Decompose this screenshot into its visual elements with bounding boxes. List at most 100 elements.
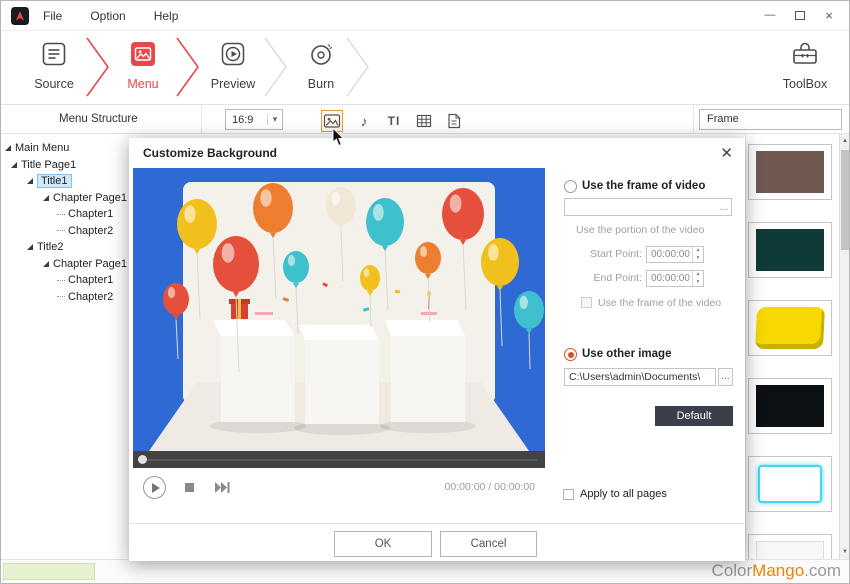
tree-item-chapter1-b[interactable]: Chapter1 [1, 272, 131, 289]
tree-item-title-page1[interactable]: Title Page1 [1, 157, 131, 174]
tree-connector [57, 280, 65, 281]
scrubber-track [147, 459, 537, 461]
scrubber-handle[interactable] [138, 455, 147, 464]
mouse-cursor-icon [332, 128, 345, 147]
scrollbar-thumb[interactable] [841, 150, 849, 250]
tree-expander-icon[interactable] [27, 178, 33, 184]
step-preview-label: Preview [193, 77, 273, 91]
file-icon [447, 113, 461, 129]
spin-down-icon[interactable]: ▾ [693, 255, 703, 263]
frame-swatch [756, 541, 824, 559]
video-preview [133, 168, 545, 451]
frames-scrollbar[interactable]: ▲ ▼ [839, 134, 850, 559]
frame-swatch [756, 151, 824, 193]
use-frame-checkbox[interactable] [581, 297, 592, 308]
frame-category-combobox[interactable]: Frame [699, 109, 842, 130]
apply-all-pages-checkbox[interactable] [563, 489, 574, 500]
template-file-tool-button[interactable] [443, 110, 465, 132]
tree-connector [57, 296, 65, 297]
frame-styles-panel [745, 134, 839, 559]
browse-image-button[interactable]: ... [718, 368, 733, 386]
tree-item-label: Chapter Page1 [53, 192, 127, 204]
window-controls: — × [764, 9, 833, 22]
tree-item-title1[interactable]: Title1 [1, 173, 131, 190]
tree-item-label: Chapter2 [68, 291, 113, 303]
video-scrubber[interactable] [133, 451, 545, 468]
minimize-icon[interactable]: — [764, 10, 775, 21]
tree-item-label: Title Page1 [21, 159, 76, 171]
tree-expander-icon[interactable] [27, 244, 33, 250]
tree-item-title2[interactable]: Title2 [1, 239, 131, 256]
scroll-up-icon[interactable]: ▲ [840, 134, 850, 148]
frame-swatch [755, 307, 825, 349]
tree-item-chapter1-a[interactable]: Chapter1 [1, 206, 131, 223]
source-icon [41, 41, 67, 67]
menu-option[interactable]: Option [76, 9, 139, 23]
tree-item-main-menu[interactable]: Main Menu [1, 140, 131, 157]
steps-toolbar: Source Menu Preview [1, 31, 849, 105]
tree-item-label: Title2 [37, 241, 64, 253]
start-point-spinner[interactable]: 00:00:00 ▴ ▾ [646, 246, 704, 263]
start-point-value: 00:00:00 [647, 247, 692, 262]
frame-of-video-radio[interactable] [564, 180, 577, 193]
progress-strip [3, 563, 95, 580]
menu-help[interactable]: Help [140, 9, 193, 23]
burn-disc-icon [308, 41, 334, 67]
customize-background-dialog: Customize Background ✕ [129, 138, 745, 561]
end-point-spinner[interactable]: 00:00:00 ▴ ▾ [646, 270, 704, 287]
spin-up-icon[interactable]: ▴ [693, 271, 703, 279]
tree-expander-icon[interactable] [11, 162, 17, 168]
frame-swatch [756, 385, 824, 427]
frame-of-video-label: Use the frame of video [582, 180, 705, 192]
menubar: File Option Help — × [1, 1, 849, 31]
text-tool-button[interactable]: TI [383, 110, 405, 132]
app-logo-icon [11, 7, 29, 25]
tree-expander-icon[interactable] [5, 145, 11, 151]
image-path-input[interactable]: C:\Users\admin\Documents\ [564, 368, 716, 386]
brand-com-text: .com [804, 561, 841, 580]
tree-expander-icon[interactable] [43, 261, 49, 267]
colormango-watermark: ColorMango.com [712, 561, 841, 581]
cancel-button[interactable]: Cancel [440, 531, 537, 557]
step-menu[interactable]: Menu [103, 41, 183, 91]
tree-item-chapter2-a[interactable]: Chapter2 [1, 223, 131, 240]
spin-up-icon[interactable]: ▴ [693, 247, 703, 255]
frame-swatch [756, 229, 824, 271]
tree-expander-icon[interactable] [43, 195, 49, 201]
menu-file[interactable]: File [29, 9, 76, 23]
default-button[interactable]: Default [655, 406, 733, 426]
app-window: File Option Help — × Source [0, 0, 850, 584]
toolbox-button[interactable]: ToolBox [763, 41, 847, 91]
browse-dots-icon[interactable]: ... [717, 201, 731, 213]
frame-thumbnail[interactable] [748, 144, 832, 200]
spin-down-icon[interactable]: ▾ [693, 279, 703, 287]
dialog-footer-divider [129, 523, 745, 524]
text-icon: TI [388, 114, 401, 128]
scroll-down-icon[interactable]: ▼ [840, 545, 850, 559]
tree-item-chapter2-b[interactable]: Chapter2 [1, 289, 131, 306]
skip-forward-button[interactable] [215, 482, 231, 493]
tree-item-label: Chapter Page1 [53, 258, 127, 270]
portion-label: Use the portion of the video [576, 224, 704, 236]
step-source[interactable]: Source [14, 41, 94, 91]
stop-button[interactable] [185, 483, 194, 492]
close-icon[interactable]: ✕ [720, 144, 733, 162]
step-preview[interactable]: Preview [193, 41, 273, 91]
frame-thumbnail[interactable] [748, 378, 832, 434]
use-other-image-radio[interactable] [564, 348, 577, 361]
frame-thumbnail[interactable] [748, 300, 832, 356]
close-window-icon[interactable]: × [825, 9, 833, 22]
frame-thumbnail[interactable] [748, 222, 832, 278]
tree-item-chapter-page1-a[interactable]: Chapter Page1 [1, 190, 131, 207]
aspect-ratio-dropdown[interactable]: 16:9 ▾ [225, 109, 283, 130]
music-tool-button[interactable]: ♪ [353, 110, 375, 132]
frame-grid-tool-button[interactable] [413, 110, 435, 132]
frame-thumbnail[interactable] [748, 456, 832, 512]
frame-thumbnail[interactable] [748, 534, 832, 559]
ok-button[interactable]: OK [334, 531, 432, 557]
use-other-image-label: Use other image [582, 348, 671, 360]
tree-item-chapter-page1-b[interactable]: Chapter Page1 [1, 256, 131, 273]
frame-source-input[interactable]: ... [564, 198, 732, 216]
maximize-icon[interactable] [795, 11, 805, 20]
play-button[interactable] [143, 476, 166, 499]
